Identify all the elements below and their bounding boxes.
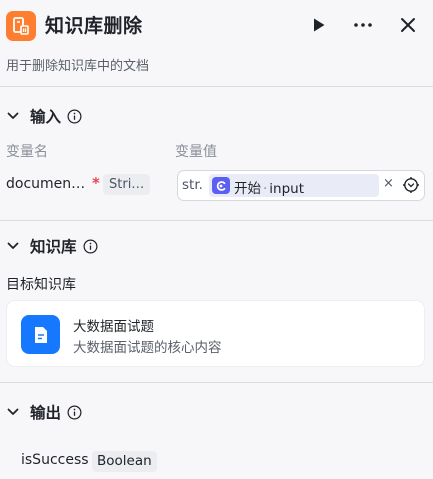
variable-reference-tag[interactable]: 开始 · input [209,174,379,197]
clear-reference-button[interactable]: × [383,176,394,191]
input-variable-name: documen… [6,176,86,192]
ref-node-name: 开始 [234,181,261,197]
divider [0,382,433,383]
more-button[interactable] [350,12,376,38]
output-variable-name: isSuccess [21,452,89,468]
ref-variable-name: input [269,181,305,197]
output-variable-type: Boolean [92,451,157,472]
ref-separator: · [263,181,268,197]
node-title: 知识库删除 [45,15,143,37]
knowledge-delete-icon [6,11,36,41]
variable-picker-icon[interactable] [402,176,420,194]
info-icon[interactable] [67,405,82,420]
output-section-toggle[interactable]: 输出 [6,401,82,423]
knowledge-base-name: 大数据面试题 [73,319,154,335]
start-node-icon [212,177,230,194]
target-knowledge-label: 目标知识库 [6,277,76,293]
more-icon [354,23,372,27]
play-icon [314,18,325,32]
chevron-down-icon [7,408,19,415]
document-icon [21,315,60,354]
chevron-down-icon [7,242,19,249]
close-icon [401,18,415,32]
knowledge-section-toggle[interactable]: 知识库 [6,235,98,257]
required-mark: * [92,174,100,192]
knowledge-base-card[interactable]: 大数据面试题 大数据面试题的核心内容 [6,300,425,367]
variable-reference-label: 开始 · input [234,177,304,197]
input-section-toggle[interactable]: 输入 [6,105,82,127]
close-button[interactable] [395,12,421,38]
info-icon[interactable] [67,109,82,124]
run-button[interactable] [306,12,332,38]
column-header-value: 变量值 [175,144,217,160]
info-icon[interactable] [83,239,98,254]
value-type-prefix: str. [182,177,203,193]
node-header: 知识库删除 [0,0,433,50]
column-header-name: 变量名 [6,144,48,160]
section-title-knowledge: 知识库 [30,238,77,256]
input-variable-type: Stri… [103,174,151,195]
divider [0,220,433,221]
divider [0,86,433,87]
node-description: 用于删除知识库中的文档 [6,59,150,74]
section-title-input: 输入 [30,108,62,126]
section-title-output: 输出 [30,404,62,422]
knowledge-base-description: 大数据面试题的核心内容 [73,340,222,356]
chevron-down-icon [7,112,19,119]
variable-value-field[interactable]: str. 开始 · input × [177,170,425,201]
